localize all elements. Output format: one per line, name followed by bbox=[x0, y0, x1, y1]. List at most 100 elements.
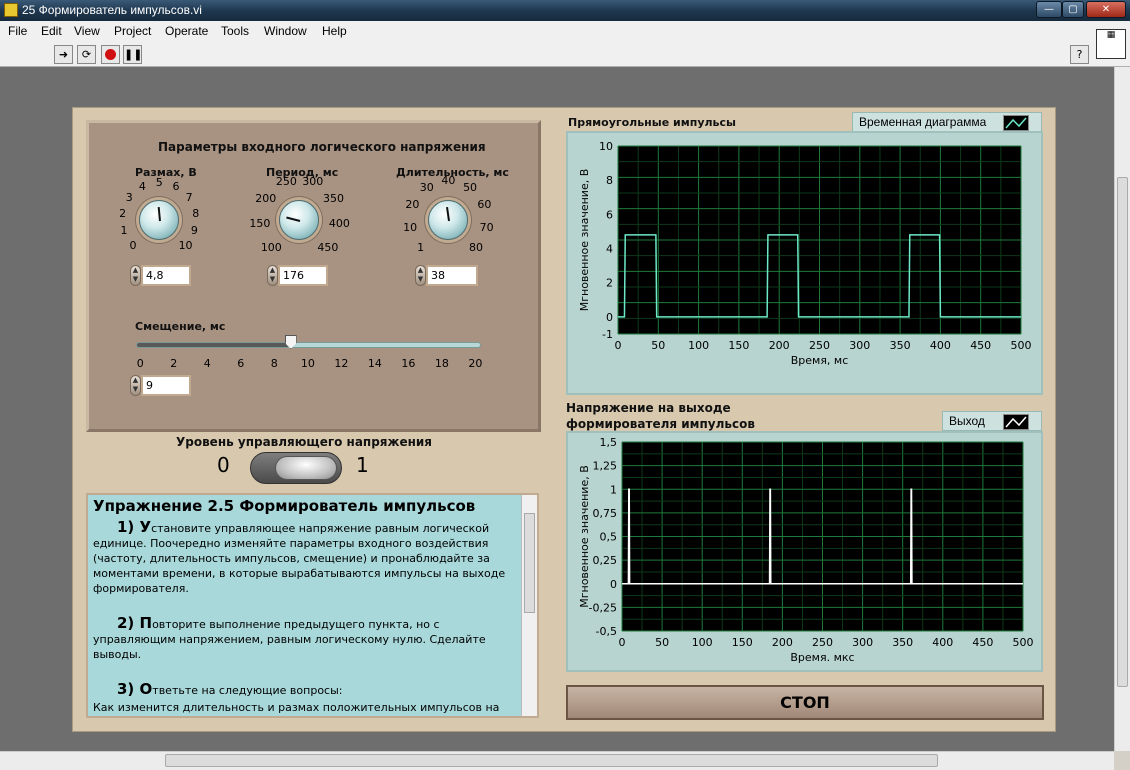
chart2-y-tick: 1,25 bbox=[593, 460, 618, 473]
chart2-y-tick: 0 bbox=[610, 578, 617, 591]
control-level-switch[interactable] bbox=[250, 452, 342, 484]
offset-tick: 8 bbox=[270, 357, 278, 370]
period-field[interactable]: 176 bbox=[278, 265, 328, 286]
help-button[interactable]: ? bbox=[1070, 45, 1089, 64]
amplitude-tick: 2 bbox=[119, 207, 127, 221]
amplitude-tick: 6 bbox=[172, 180, 180, 194]
chart2-x-tick: 300 bbox=[852, 636, 873, 649]
chart1-x-tick: 0 bbox=[615, 339, 622, 352]
chart2-x-label: Время. мкс bbox=[790, 651, 854, 664]
amplitude-tick: 4 bbox=[138, 180, 146, 194]
offset-tick: 12 bbox=[334, 357, 349, 370]
menu-window[interactable]: Window bbox=[264, 24, 307, 38]
chart1-y-tick: 4 bbox=[606, 243, 613, 256]
window-title: 25 Формирователь импульсов.vi bbox=[22, 3, 202, 17]
vscroll-thumb[interactable] bbox=[1117, 177, 1128, 687]
chart1-x-tick: 100 bbox=[688, 339, 709, 352]
pause-icon[interactable]: ❚❚ bbox=[123, 45, 142, 64]
run-continuously-icon[interactable]: ⟳ bbox=[77, 45, 96, 64]
chart2-y-tick: 0,5 bbox=[600, 531, 618, 544]
chart1-x-tick: 150 bbox=[728, 339, 749, 352]
description-scrollbar[interactable] bbox=[521, 495, 537, 716]
step-1: 1) Установите управляющее напряжение рав… bbox=[93, 518, 506, 596]
period-tick: 300 bbox=[302, 175, 324, 189]
offset-tick: 6 bbox=[237, 357, 245, 370]
toggle-on-label: 1 bbox=[356, 453, 369, 477]
chart2-legend-label: Выход bbox=[949, 414, 985, 428]
vertical-scrollbar[interactable] bbox=[1114, 67, 1130, 751]
period-tick: 250 bbox=[275, 175, 297, 189]
chart2-y-tick: 1,5 bbox=[600, 436, 618, 449]
offset-slider-track[interactable] bbox=[136, 342, 481, 348]
chart2-y-tick: 1 bbox=[610, 483, 617, 496]
duration-tick: 1 bbox=[417, 240, 425, 254]
menu-help[interactable]: Help bbox=[322, 24, 347, 38]
chart2-frame: 0 50 100 150 200 250 300 350 400 450 500 -0,5 -0,25 0… bbox=[566, 431, 1043, 672]
run-arrow-icon[interactable]: ➜ bbox=[54, 45, 73, 64]
chart1-y-tick: 10 bbox=[599, 140, 613, 153]
step-3-question: Как изменится длительность и размах поло… bbox=[93, 701, 500, 714]
duration-field[interactable]: 38 bbox=[426, 265, 478, 286]
menu-file[interactable]: File bbox=[8, 24, 27, 38]
vi-icon bbox=[4, 3, 18, 17]
offset-tick: 16 bbox=[401, 357, 416, 370]
abort-icon[interactable] bbox=[101, 45, 120, 64]
vi-connector-icon: ▦ bbox=[1096, 29, 1126, 59]
offset-tick: 10 bbox=[300, 357, 315, 370]
maximize-button[interactable]: ▢ bbox=[1062, 1, 1084, 18]
amplitude-knob[interactable] bbox=[139, 200, 179, 240]
duration-needle bbox=[446, 206, 450, 222]
period-needle bbox=[286, 216, 301, 222]
chart1-legend-line-icon bbox=[1003, 115, 1029, 131]
menu-operate[interactable]: Operate bbox=[165, 24, 208, 38]
chart2-y-label: Мгновенное значение, В bbox=[578, 465, 591, 608]
menu-tools[interactable]: Tools bbox=[221, 24, 249, 38]
menu-view[interactable]: View bbox=[74, 24, 100, 38]
horizontal-scrollbar[interactable] bbox=[0, 751, 1114, 770]
menu-project[interactable]: Project bbox=[114, 24, 151, 38]
amplitude-tick: 7 bbox=[185, 191, 193, 205]
duration-tick: 60 bbox=[477, 198, 492, 212]
chart2-title: Напряжение на выходе формирователя импул… bbox=[566, 401, 755, 431]
offset-spinner[interactable]: ▲ ▼ bbox=[130, 375, 141, 396]
amplitude-spinner[interactable]: ▲ ▼ bbox=[130, 265, 141, 286]
duration-knob[interactable] bbox=[428, 200, 468, 240]
chart2-x-tick: 400 bbox=[932, 636, 953, 649]
close-button[interactable]: ✕ bbox=[1086, 1, 1126, 18]
duration-tick: 30 bbox=[419, 180, 434, 194]
period-tick: 350 bbox=[322, 191, 344, 205]
period-tick: 450 bbox=[317, 241, 339, 255]
period-tick: 200 bbox=[255, 191, 277, 205]
period-knob[interactable] bbox=[279, 200, 319, 240]
amplitude-tick: 5 bbox=[155, 176, 163, 189]
chart2-x-tick: 200 bbox=[772, 636, 793, 649]
offset-field[interactable]: 9 bbox=[141, 375, 191, 396]
chart1-x-tick: 350 bbox=[890, 339, 911, 352]
chart2-legend: Выход bbox=[942, 411, 1042, 431]
chart1-title: Прямоугольные импульсы bbox=[568, 116, 736, 129]
duration-tick: 80 bbox=[468, 240, 483, 254]
chart1-y-label: Мгновенное значение, В bbox=[578, 169, 591, 312]
stop-button[interactable]: СТОП bbox=[566, 685, 1044, 720]
control-level-label: Уровень управляющего напряжения bbox=[176, 435, 432, 449]
duration-spinner[interactable]: ▲ ▼ bbox=[415, 265, 426, 286]
amplitude-tick: 3 bbox=[125, 191, 133, 205]
chart2-y-tick: -0,5 bbox=[596, 625, 617, 638]
amplitude-label: Размах, В bbox=[135, 166, 197, 179]
chart2-x-tick: 250 bbox=[812, 636, 833, 649]
hscroll-thumb[interactable] bbox=[165, 754, 938, 767]
description-scroll-thumb[interactable] bbox=[524, 513, 535, 613]
amplitude-needle bbox=[157, 206, 161, 222]
chart1-x-tick: 250 bbox=[809, 339, 830, 352]
step-3: 3) Ответьте на следующие вопросы: bbox=[117, 680, 343, 698]
chart2-y-tick: 0,75 bbox=[593, 507, 618, 520]
amplitude-field[interactable]: 4,8 bbox=[141, 265, 191, 286]
menu-edit[interactable]: Edit bbox=[41, 24, 62, 38]
title-bar: 25 Формирователь импульсов.vi — ▢ ✕ bbox=[0, 0, 1130, 21]
minimize-button[interactable]: — bbox=[1036, 1, 1062, 18]
duration-tick: 10 bbox=[403, 220, 418, 234]
period-tick: 100 bbox=[260, 241, 282, 255]
chart2-legend-line-icon bbox=[1003, 414, 1029, 430]
period-spinner[interactable]: ▲ ▼ bbox=[267, 265, 278, 286]
chart1-x-label: Время, мс bbox=[791, 354, 849, 367]
